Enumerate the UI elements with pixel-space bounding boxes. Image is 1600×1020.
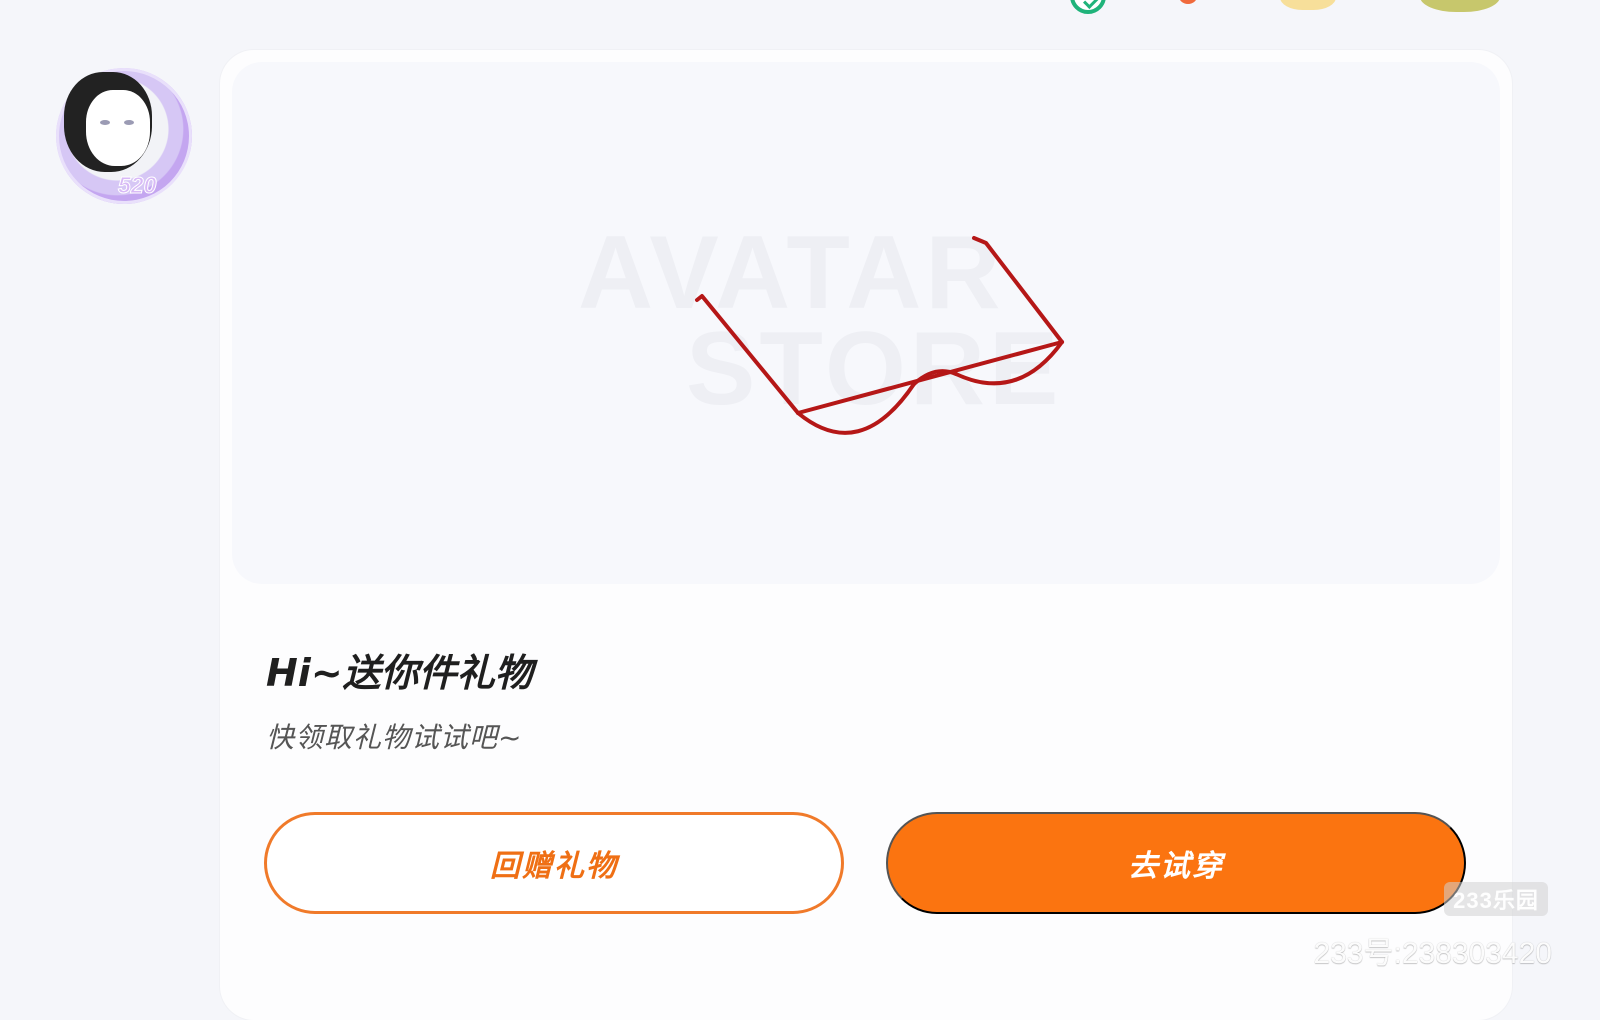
gift-subtitle: 快领取礼物试试吧~	[266, 721, 523, 754]
account-watermark: 233号:238303420	[1313, 937, 1552, 970]
brand-watermark: 233乐园	[1444, 882, 1548, 916]
try-on-button[interactable]: 去试穿	[886, 812, 1466, 914]
return-gift-button[interactable]: 回赠礼物	[264, 812, 844, 914]
avatar-badge: 520	[117, 172, 157, 199]
check-icon	[1070, 0, 1106, 14]
gold-decoration-icon	[1420, 0, 1500, 12]
status-dot-icon	[1178, 0, 1198, 4]
gift-title: Hi~送你件礼物	[266, 651, 533, 695]
gold-decoration-icon	[1280, 0, 1336, 10]
glasses-icon	[695, 236, 1064, 435]
avatar-face	[86, 90, 150, 166]
avatar[interactable]: 520	[56, 68, 192, 204]
item-preview: AVATAR STORE	[232, 62, 1500, 584]
gift-card: AVATAR STORE Hi~送你件礼物 快领取礼物试试吧~ 回赠礼物 去试穿	[220, 50, 1512, 1020]
top-icon-strip	[1070, 0, 1530, 18]
